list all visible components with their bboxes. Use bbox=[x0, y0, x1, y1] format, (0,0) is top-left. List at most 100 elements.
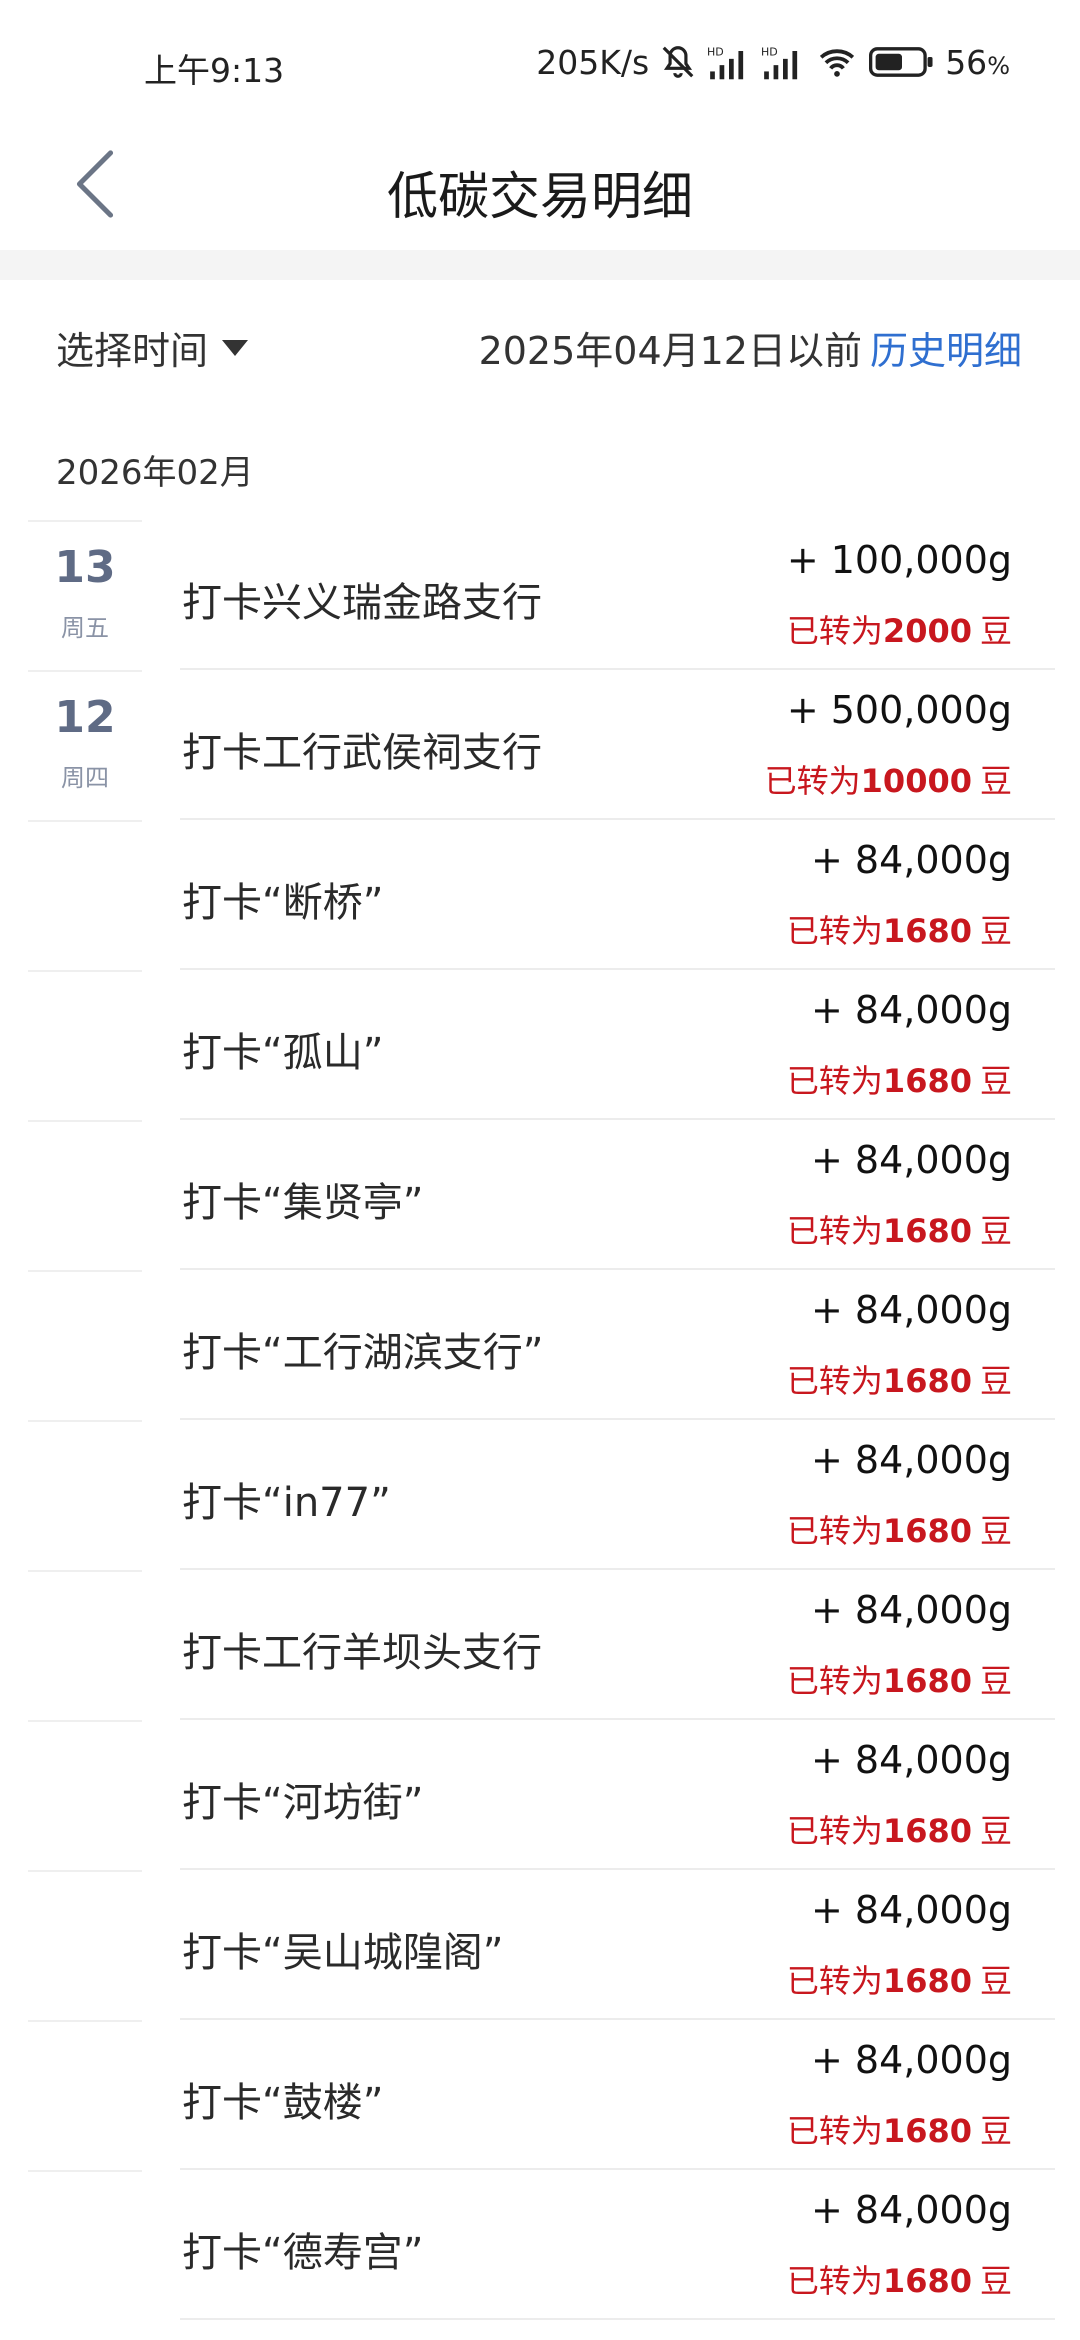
transaction-row[interactable]: 打卡“断桥” + 84,000g 已转为1680 豆 bbox=[0, 820, 1080, 970]
transaction-title: 打卡“孤山” bbox=[182, 1030, 384, 1076]
transaction-title: 打卡“断桥” bbox=[182, 880, 384, 926]
transaction-row[interactable]: 13 周五 打卡兴义瑞金路支行 + 100,000g 已转为2000 豆 bbox=[0, 520, 1080, 670]
conversion-unit: 豆 bbox=[979, 1962, 1012, 2000]
transaction-row[interactable]: 打卡“德寿宫” + 84,000g 已转为1680 豆 bbox=[0, 2170, 1080, 2320]
status-bar: 上午9:13 205K/s HD HD 56% bbox=[0, 0, 1080, 125]
transaction-title: 打卡“鼓楼” bbox=[182, 2080, 384, 2126]
date-divider bbox=[28, 670, 142, 672]
conversion-unit: 豆 bbox=[979, 2262, 1012, 2300]
header-divider bbox=[0, 250, 1080, 280]
date-column bbox=[28, 1570, 142, 1720]
conversion-value: 1680 bbox=[882, 1362, 972, 1400]
transaction-amount: + 84,000g bbox=[810, 1888, 1012, 1932]
time-select-dropdown[interactable]: 选择时间 bbox=[56, 320, 250, 375]
conversion-unit: 豆 bbox=[979, 1512, 1012, 1550]
date-divider bbox=[28, 2170, 142, 2172]
conversion-text: 已转为1680 豆 bbox=[787, 1956, 1012, 2002]
date-divider bbox=[28, 1570, 142, 1572]
date-divider bbox=[28, 820, 142, 822]
conversion-unit: 豆 bbox=[979, 912, 1012, 950]
transaction-row[interactable]: 打卡“吴山城隍阁” + 84,000g 已转为1680 豆 bbox=[0, 1870, 1080, 2020]
transaction-title: 打卡“吴山城隍阁” bbox=[182, 1930, 504, 1976]
filter-row: 选择时间 2025年04月12日以前 历史明细 bbox=[0, 280, 1080, 410]
signal-hd-icon: HD bbox=[707, 43, 751, 81]
header: 低碳交易明细 bbox=[0, 125, 1080, 250]
network-speed: 205K/s bbox=[536, 42, 650, 82]
date-column: 12 周四 bbox=[28, 670, 142, 820]
conversion-unit: 豆 bbox=[979, 2112, 1012, 2150]
conversion-unit: 豆 bbox=[979, 612, 1012, 650]
time-select-label: 选择时间 bbox=[56, 329, 209, 373]
conversion-text: 已转为1680 豆 bbox=[787, 906, 1012, 952]
date-column bbox=[28, 2020, 142, 2170]
transaction-amount: + 500,000g bbox=[786, 688, 1012, 732]
transaction-row[interactable]: 打卡“鼓楼” + 84,000g 已转为1680 豆 bbox=[0, 2020, 1080, 2170]
wifi-icon bbox=[815, 43, 859, 81]
date-column: 13 周五 bbox=[28, 520, 142, 670]
month-label: 2026年02月 bbox=[56, 453, 254, 493]
conversion-value: 1680 bbox=[882, 1212, 972, 1250]
transaction-amount: + 84,000g bbox=[810, 2038, 1012, 2082]
transaction-row[interactable]: 打卡“河坊街” + 84,000g 已转为1680 豆 bbox=[0, 1720, 1080, 1870]
conversion-prefix: 已转为 bbox=[786, 2112, 883, 2150]
conversion-prefix: 已转为 bbox=[786, 612, 883, 650]
conversion-value: 1680 bbox=[882, 1512, 972, 1550]
transaction-amount: + 100,000g bbox=[786, 538, 1012, 582]
conversion-value: 1680 bbox=[882, 2262, 972, 2300]
conversion-text: 已转为1680 豆 bbox=[787, 2256, 1012, 2302]
date-divider bbox=[28, 1120, 142, 1122]
date-column bbox=[28, 820, 142, 970]
transaction-amount: + 84,000g bbox=[810, 1438, 1012, 1482]
transaction-title: 打卡“工行湖滨支行” bbox=[182, 1330, 544, 1376]
date-column bbox=[28, 1720, 142, 1870]
transaction-amount: + 84,000g bbox=[810, 1738, 1012, 1782]
transaction-row[interactable]: 打卡“工行湖滨支行” + 84,000g 已转为1680 豆 bbox=[0, 1270, 1080, 1420]
date-column bbox=[28, 1420, 142, 1570]
date-divider bbox=[28, 1870, 142, 1872]
transaction-row[interactable]: 打卡工行羊坝头支行 + 84,000g 已转为1680 豆 bbox=[0, 1570, 1080, 1720]
conversion-prefix: 已转为 bbox=[786, 1962, 883, 2000]
conversion-text: 已转为1680 豆 bbox=[787, 1056, 1012, 1102]
date-weekday: 周四 bbox=[61, 764, 109, 792]
date-divider bbox=[28, 1720, 142, 1722]
battery-icon bbox=[869, 45, 935, 79]
conversion-text: 已转为2000 豆 bbox=[787, 606, 1012, 652]
transaction-amount: + 84,000g bbox=[810, 1138, 1012, 1182]
transaction-title: 打卡“in77” bbox=[182, 1480, 391, 1526]
history-link[interactable]: 历史明细 bbox=[870, 320, 1022, 375]
conversion-prefix: 已转为 bbox=[786, 2262, 883, 2300]
conversion-unit: 豆 bbox=[979, 1062, 1012, 1100]
date-column bbox=[28, 1870, 142, 2020]
conversion-value: 1680 bbox=[882, 1962, 972, 2000]
battery-percent: 56% bbox=[945, 42, 1010, 82]
conversion-unit: 豆 bbox=[979, 762, 1012, 800]
transaction-title: 打卡“河坊街” bbox=[182, 1780, 424, 1826]
date-day: 12 bbox=[54, 692, 116, 743]
conversion-prefix: 已转为 bbox=[786, 1512, 883, 1550]
transaction-row[interactable]: 打卡“集贤亭” + 84,000g 已转为1680 豆 bbox=[0, 1120, 1080, 1270]
date-column bbox=[28, 1120, 142, 1270]
transaction-title: 打卡兴义瑞金路支行 bbox=[182, 580, 542, 626]
conversion-text: 已转为10000 豆 bbox=[765, 756, 1012, 802]
transaction-amount: + 84,000g bbox=[810, 1288, 1012, 1332]
conversion-value: 2000 bbox=[882, 612, 972, 650]
transaction-amount: + 84,000g bbox=[810, 1588, 1012, 1632]
transaction-title: 打卡“集贤亭” bbox=[182, 1180, 424, 1226]
status-icons: 205K/s HD HD 56% bbox=[536, 42, 1010, 82]
conversion-prefix: 已转为 bbox=[786, 912, 883, 950]
before-date-text: 2025年04月12日以前 bbox=[478, 329, 862, 373]
transaction-row[interactable]: 12 周四 打卡工行武侯祠支行 + 500,000g 已转为10000 豆 bbox=[0, 670, 1080, 820]
transaction-amount: + 84,000g bbox=[810, 988, 1012, 1032]
transaction-title: 打卡工行武侯祠支行 bbox=[182, 730, 542, 776]
date-day: 13 bbox=[54, 542, 116, 593]
history-filter: 2025年04月12日以前 历史明细 bbox=[479, 320, 1022, 375]
page: 上午9:13 205K/s HD HD 56% 低碳交易明细 选择时间 2025… bbox=[0, 0, 1080, 2340]
date-divider bbox=[28, 1270, 142, 1272]
transaction-row[interactable]: 打卡“in77” + 84,000g 已转为1680 豆 bbox=[0, 1420, 1080, 1570]
transaction-row[interactable]: 打卡“孤山” + 84,000g 已转为1680 豆 bbox=[0, 970, 1080, 1120]
status-time: 上午9:13 bbox=[144, 51, 285, 90]
conversion-prefix: 已转为 bbox=[786, 1362, 883, 1400]
conversion-value: 1680 bbox=[882, 2112, 972, 2150]
transaction-title: 打卡工行羊坝头支行 bbox=[182, 1630, 542, 1676]
conversion-value: 1680 bbox=[882, 1662, 972, 1700]
